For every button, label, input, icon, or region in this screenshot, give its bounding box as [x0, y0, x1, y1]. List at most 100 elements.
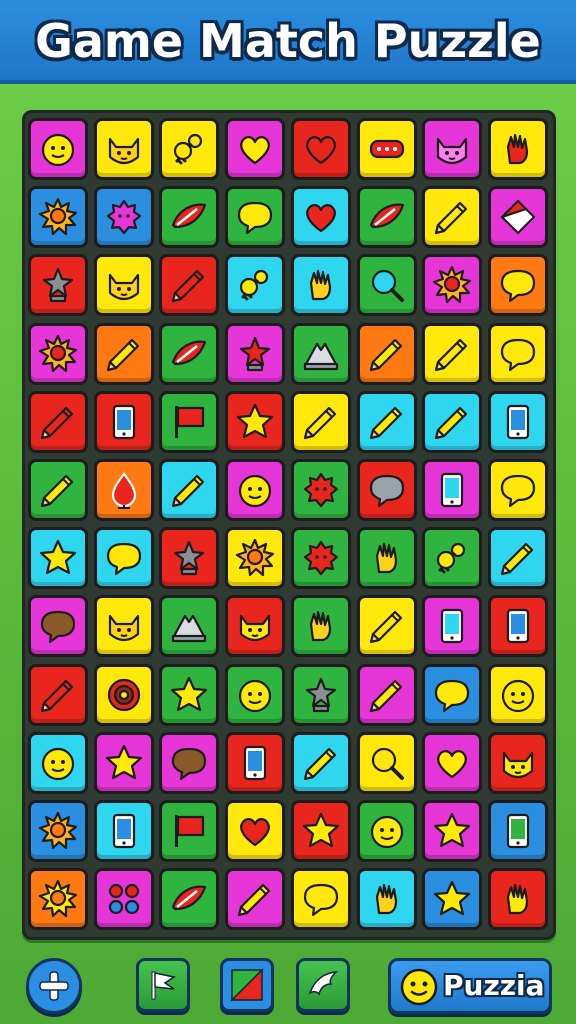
tile-hand[interactable]	[356, 527, 417, 590]
tile-key[interactable]	[159, 118, 220, 180]
tile-blob[interactable]	[290, 527, 351, 590]
tile-heart[interactable]	[225, 118, 286, 180]
tile-hand[interactable]	[356, 868, 417, 931]
tile-speech[interactable]	[356, 459, 417, 521]
tile-pencil[interactable]	[290, 731, 351, 794]
tile-face[interactable]	[28, 118, 88, 180]
tile-phone[interactable]	[487, 800, 548, 862]
tile-cat[interactable]	[422, 118, 483, 180]
tile-flag[interactable]	[159, 800, 220, 862]
tile-heart[interactable]	[422, 731, 483, 794]
tile-phone[interactable]	[225, 731, 286, 794]
tile-pencil[interactable]	[422, 186, 483, 249]
tile-target[interactable]	[93, 663, 154, 726]
tile-pencil[interactable]	[290, 390, 351, 453]
tile-hand[interactable]	[290, 254, 351, 317]
tile-pencil[interactable]	[356, 663, 417, 726]
tile-speech[interactable]	[487, 459, 548, 521]
tile-hand[interactable]	[290, 595, 351, 658]
tile-sun[interactable]	[28, 322, 88, 385]
tile-phone[interactable]	[93, 800, 154, 862]
tile-key[interactable]	[422, 527, 483, 590]
tile-dots[interactable]	[93, 868, 154, 931]
tile-star[interactable]	[93, 731, 154, 794]
tile-phone[interactable]	[422, 595, 483, 658]
tile-speech[interactable]	[225, 186, 286, 249]
tile-blob[interactable]	[290, 459, 351, 521]
tile-cat[interactable]	[225, 595, 286, 658]
tile-cat[interactable]	[487, 731, 548, 794]
tile-magnifier[interactable]	[356, 254, 417, 317]
tile-sun[interactable]	[28, 800, 88, 862]
tile-star[interactable]	[422, 800, 483, 862]
tile-trophy[interactable]	[159, 527, 220, 590]
bird-button[interactable]	[296, 958, 350, 1012]
tile-pencil[interactable]	[28, 663, 88, 726]
tile-face[interactable]	[28, 731, 88, 794]
tile-key[interactable]	[225, 254, 286, 317]
tile-sign[interactable]	[356, 118, 417, 180]
tile-flag[interactable]	[159, 390, 220, 453]
tile-star[interactable]	[422, 868, 483, 931]
tile-sun[interactable]	[422, 254, 483, 317]
tile-mountain[interactable]	[159, 595, 220, 658]
tile-pencil[interactable]	[356, 322, 417, 385]
tile-pencil[interactable]	[159, 459, 220, 521]
tile-trophy[interactable]	[290, 663, 351, 726]
tile-pencil[interactable]	[356, 595, 417, 658]
tile-speech[interactable]	[93, 527, 154, 590]
tile-star[interactable]	[225, 390, 286, 453]
tile-blob[interactable]	[93, 186, 154, 249]
tile-pencil[interactable]	[487, 527, 548, 590]
tile-leaf[interactable]	[356, 186, 417, 249]
tile-pencil[interactable]	[422, 322, 483, 385]
tile-speech[interactable]	[159, 731, 220, 794]
tile-sun[interactable]	[28, 868, 88, 931]
tile-phone[interactable]	[487, 390, 548, 453]
tile-face[interactable]	[225, 663, 286, 726]
tile-sun[interactable]	[225, 527, 286, 590]
tile-heart[interactable]	[290, 186, 351, 249]
tile-drop[interactable]	[93, 459, 154, 521]
tile-cat[interactable]	[93, 595, 154, 658]
tile-leaf[interactable]	[159, 186, 220, 249]
tile-heart[interactable]	[225, 800, 286, 862]
tile-leaf[interactable]	[159, 322, 220, 385]
tile-star[interactable]	[290, 800, 351, 862]
tile-trophy[interactable]	[225, 322, 286, 385]
puzzia-button[interactable]: Puzzia	[388, 958, 552, 1014]
tile-speech[interactable]	[487, 254, 548, 317]
tile-cat[interactable]	[93, 118, 154, 180]
tile-star[interactable]	[159, 663, 220, 726]
tile-face[interactable]	[225, 459, 286, 521]
add-button[interactable]	[26, 958, 82, 1014]
tile-pencil[interactable]	[28, 459, 88, 521]
tile-pencil[interactable]	[356, 390, 417, 453]
tile-cat[interactable]	[93, 254, 154, 317]
tile-hand[interactable]	[487, 118, 548, 180]
tile-pencil[interactable]	[28, 390, 88, 453]
tile-trophy[interactable]	[28, 254, 88, 317]
tile-phone[interactable]	[487, 595, 548, 658]
tile-speech[interactable]	[28, 595, 88, 658]
tile-pencil[interactable]	[225, 868, 286, 931]
tile-speech[interactable]	[487, 322, 548, 385]
tile-sun[interactable]	[28, 186, 88, 249]
tile-speech[interactable]	[290, 868, 351, 931]
tile-pencil[interactable]	[93, 322, 154, 385]
tile-hand[interactable]	[487, 868, 548, 931]
tile-speech[interactable]	[422, 663, 483, 726]
tile-star[interactable]	[28, 527, 88, 590]
tile-phone[interactable]	[93, 390, 154, 453]
tile-magnifier[interactable]	[356, 731, 417, 794]
shuffle-button[interactable]	[220, 958, 274, 1012]
tile-face[interactable]	[356, 800, 417, 862]
tile-pencil[interactable]	[422, 390, 483, 453]
tile-mountain[interactable]	[290, 322, 351, 385]
tile-phone[interactable]	[422, 459, 483, 521]
tile-heart[interactable]	[290, 118, 351, 180]
flag-button[interactable]	[136, 958, 190, 1012]
tile-diamond[interactable]	[487, 186, 548, 249]
tile-pencil[interactable]	[159, 254, 220, 317]
tile-leaf[interactable]	[159, 868, 220, 931]
